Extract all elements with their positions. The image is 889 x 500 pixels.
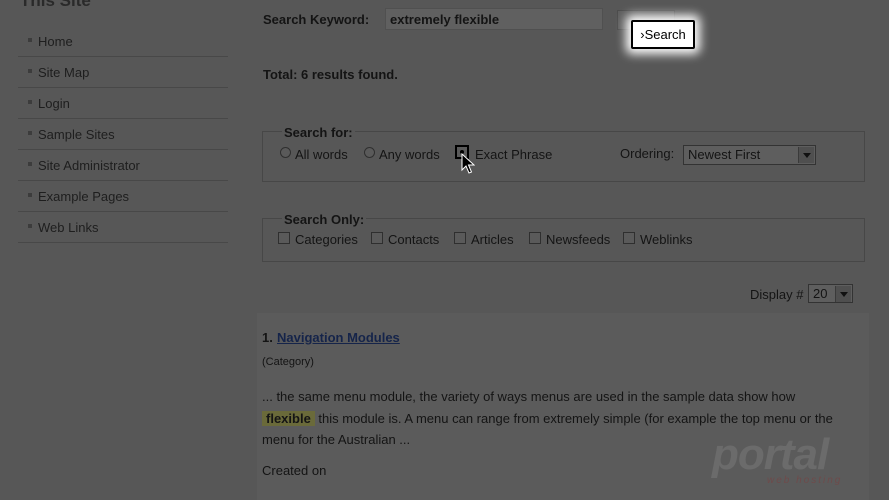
result-highlight: flexible xyxy=(262,410,315,426)
watermark-logo: portal web hosting xyxy=(712,430,862,490)
radio-any-words[interactable] xyxy=(364,147,375,158)
sidebar-item-login[interactable]: Login xyxy=(18,88,228,119)
sidebar-item-label[interactable]: Example Pages xyxy=(38,189,129,204)
ordering-select-value: Newest First xyxy=(688,147,761,162)
radio-exact-phrase-label[interactable]: Exact Phrase xyxy=(475,147,552,162)
ordering-select[interactable]: Newest First xyxy=(683,145,816,165)
checkbox-contacts-label[interactable]: Contacts xyxy=(388,232,439,247)
radio-all-words[interactable] xyxy=(280,147,291,158)
bullet-icon xyxy=(28,224,32,228)
radio-any-words-label[interactable]: Any words xyxy=(379,147,440,162)
display-count-value: 20 xyxy=(813,286,828,301)
checkbox-weblinks-label[interactable]: Weblinks xyxy=(640,232,693,247)
checkbox-contacts[interactable] xyxy=(371,232,383,244)
sidebar-item-label[interactable]: Web Links xyxy=(38,220,98,235)
bullet-icon xyxy=(28,131,32,135)
sidebar-item-site-map[interactable]: Site Map xyxy=(18,57,228,88)
search-button[interactable]: ›Search xyxy=(631,20,695,49)
results-total: Total: 6 results found. xyxy=(263,67,398,82)
checkbox-newsfeeds-label[interactable]: Newsfeeds xyxy=(546,232,610,247)
bullet-icon xyxy=(28,69,32,73)
mouse-cursor-icon xyxy=(461,153,475,174)
result-number: 1. xyxy=(262,330,273,345)
sidebar-item-label[interactable]: Sample Sites xyxy=(38,127,115,142)
checkbox-newsfeeds[interactable] xyxy=(529,232,541,244)
ordering-label: Ordering: xyxy=(620,146,675,161)
display-count-select[interactable]: 20 xyxy=(808,284,853,303)
checkbox-articles[interactable] xyxy=(454,232,466,244)
chevron-down-icon[interactable] xyxy=(798,147,814,163)
checkbox-weblinks[interactable] xyxy=(623,232,635,244)
result-created: Created on xyxy=(262,463,327,478)
bullet-icon xyxy=(28,38,32,42)
sidebar-item-site-administrator[interactable]: Site Administrator xyxy=(18,150,228,181)
search-keyword-label: Search Keyword: xyxy=(263,12,370,27)
sidebar-item-example-pages[interactable]: Example Pages xyxy=(18,181,228,212)
watermark-tagline: web hosting xyxy=(767,475,843,486)
sidebar-item-home[interactable]: Home xyxy=(18,26,228,57)
sidebar-item-label[interactable]: Login xyxy=(38,96,70,111)
radio-all-words-label[interactable]: All words xyxy=(295,147,348,162)
bullet-icon xyxy=(28,100,32,104)
checkbox-categories-label[interactable]: Categories xyxy=(295,232,358,247)
display-count-label: Display # xyxy=(750,287,804,302)
bullet-icon xyxy=(28,193,32,197)
chevron-down-icon[interactable] xyxy=(835,286,851,302)
search-only-legend: Search Only: xyxy=(282,212,367,227)
search-button-label: Search xyxy=(644,27,686,42)
sidebar-item-label[interactable]: Site Map xyxy=(38,65,89,80)
checkbox-articles-label[interactable]: Articles xyxy=(471,232,514,247)
result-snippet-before: ... the same menu module, the variety of… xyxy=(262,389,796,404)
sidebar-item-sample-sites[interactable]: Sample Sites xyxy=(18,119,228,150)
sidebar-item-web-links[interactable]: Web Links xyxy=(18,212,228,243)
checkbox-categories[interactable] xyxy=(278,232,290,244)
sidebar-item-label[interactable]: Site Administrator xyxy=(38,158,140,173)
result-title-link[interactable]: Navigation Modules xyxy=(277,330,400,345)
sidebar-item-label[interactable]: Home xyxy=(38,34,73,49)
result-category: (Category) xyxy=(262,356,314,368)
watermark-brand: portal xyxy=(712,430,829,479)
sidebar-menu: Home Site Map Login Sample Sites Site Ad… xyxy=(18,26,228,243)
search-keyword-input[interactable]: extremely flexible xyxy=(385,8,603,30)
bullet-icon xyxy=(28,162,32,166)
search-for-legend: Search for: xyxy=(282,125,355,140)
sidebar-title: This Site xyxy=(20,0,91,10)
